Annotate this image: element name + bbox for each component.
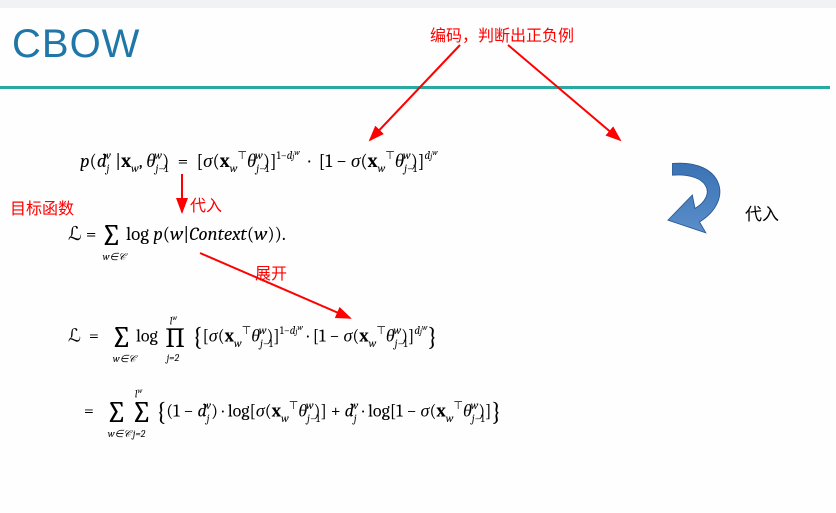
- equation-expanded-product: ℒ = ∑w∈𝒞 log ∏j=2lw {[σ(xw⊤θj−1w)]1−djw …: [68, 320, 438, 355]
- equation-conditional-prob: p(djw |xw, θj−1w) = [σ(xw⊤θj−1w)]1−djw ·…: [80, 150, 438, 173]
- title-underline: [0, 86, 830, 89]
- anno-substitute: 代入: [190, 192, 222, 216]
- equation-expanded-sum: = ∑w∈𝒞 ∑j=2lw {(1 − djw) · log[σ(xw⊤θj−1…: [68, 395, 502, 430]
- anno-expand: 展开: [255, 260, 287, 284]
- slide-title: CBOW: [12, 22, 140, 66]
- curved-substitute-arrow: [650, 150, 740, 240]
- anno-objective: 目标函数: [10, 195, 74, 219]
- anno-substitute-right: 代入: [745, 200, 779, 225]
- slide-title-row: CBOW: [12, 22, 824, 82]
- equation-objective: ℒ = ∑w∈𝒞 log p(w|Context(w)).: [68, 218, 286, 253]
- anno-encode-posneg: 编码，判断出正负例: [430, 22, 574, 46]
- window-top-band: [0, 0, 836, 8]
